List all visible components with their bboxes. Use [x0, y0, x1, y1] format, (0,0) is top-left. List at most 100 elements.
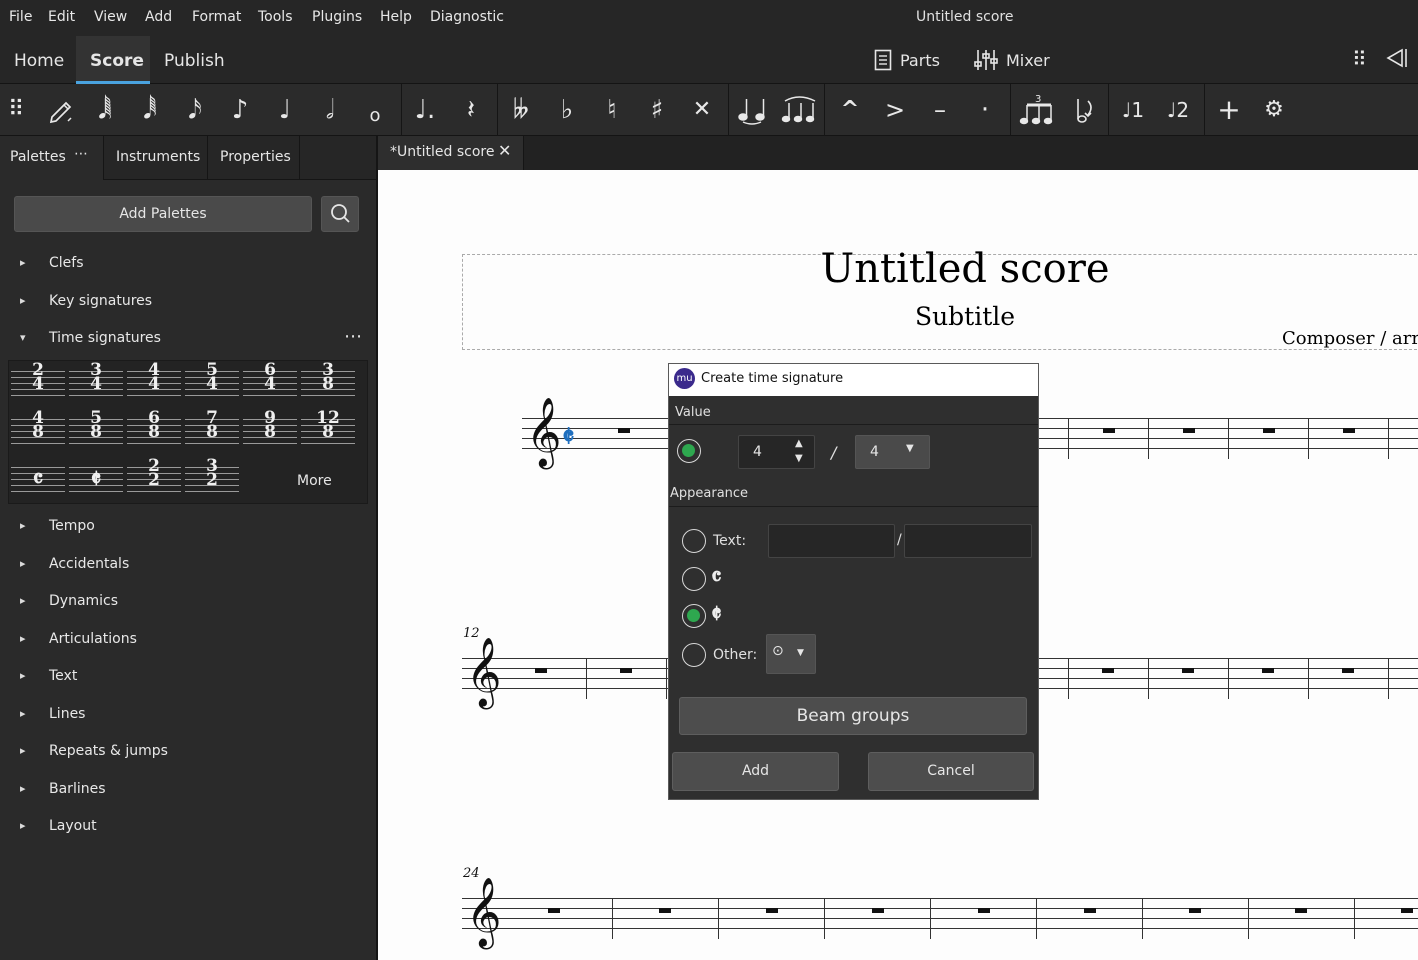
- marcato-icon[interactable]: ^: [831, 92, 869, 128]
- ts-cell-cut-time[interactable]: 𝄵: [67, 457, 125, 501]
- barline[interactable]: [1036, 898, 1037, 939]
- whole-note-icon[interactable]: o: [356, 92, 394, 128]
- dialog-titlebar[interactable]: mu Create time signature: [669, 364, 1038, 396]
- barline[interactable]: [1068, 658, 1069, 699]
- text-radio[interactable]: [682, 529, 706, 553]
- ts-cell-4-8[interactable]: 48: [9, 409, 67, 453]
- numerator-spinbox[interactable]: 4 ▲ ▼: [738, 435, 815, 469]
- rest-icon[interactable]: 𝄽: [452, 92, 490, 128]
- 64th-note-icon[interactable]: 𝅘𝅥𝅲: [86, 92, 124, 128]
- selected-cut-time-signature[interactable]: 𝄵: [562, 420, 575, 454]
- cut-time-radio[interactable]: [682, 604, 706, 628]
- palette-dynamics[interactable]: ▸ Dynamics: [0, 585, 376, 621]
- menu-view[interactable]: View: [94, 9, 127, 25]
- ts-cell-2-2[interactable]: 22: [125, 457, 183, 501]
- palette-repeats-jumps[interactable]: ▸ Repeats & jumps: [0, 735, 376, 771]
- voice-1-icon[interactable]: ♩1: [1114, 92, 1152, 128]
- customize-toolbar-icon[interactable]: ⚙: [1255, 92, 1293, 128]
- tab-properties[interactable]: Properties: [208, 136, 300, 180]
- whole-rest[interactable]: [978, 908, 990, 913]
- whole-rest[interactable]: [1263, 428, 1275, 433]
- barline[interactable]: [1308, 418, 1309, 459]
- slur-icon[interactable]: [778, 92, 820, 128]
- text-denominator-field[interactable]: [904, 524, 1032, 558]
- tuplet-icon[interactable]: 3: [1016, 92, 1058, 128]
- whole-rest[interactable]: [1102, 668, 1114, 673]
- whole-rest[interactable]: [1295, 908, 1307, 913]
- double-sharp-icon[interactable]: ✕: [683, 92, 721, 128]
- whole-rest[interactable]: [618, 428, 630, 433]
- menu-format[interactable]: Format: [192, 9, 241, 25]
- staff-system-3[interactable]: [462, 898, 1418, 938]
- barline[interactable]: [1308, 658, 1309, 699]
- voice-2-icon[interactable]: ♩2: [1159, 92, 1197, 128]
- palette-tempo[interactable]: ▸ Tempo: [0, 510, 376, 546]
- barline[interactable]: [612, 898, 613, 939]
- ts-cell-3-8[interactable]: 38: [299, 361, 357, 405]
- ts-cell-9-8[interactable]: 98: [241, 409, 299, 453]
- barline[interactable]: [1228, 418, 1229, 459]
- ts-cell-4-4[interactable]: 44: [125, 361, 183, 405]
- whole-rest[interactable]: [1103, 428, 1115, 433]
- beam-groups-button[interactable]: Beam groups: [679, 697, 1027, 735]
- palette-search-button[interactable]: [321, 196, 359, 232]
- ts-cell-6-8[interactable]: 68: [125, 409, 183, 453]
- ts-cell-3-4[interactable]: 34: [67, 361, 125, 405]
- augmentation-dot-icon[interactable]: ♩.: [406, 92, 444, 128]
- collapse-panel-icon[interactable]: [1384, 47, 1408, 73]
- tab-instruments[interactable]: Instruments: [104, 136, 208, 180]
- mixer-button[interactable]: Mixer: [974, 49, 1050, 71]
- tab-palettes[interactable]: Palettes ⋯: [0, 136, 104, 180]
- palette-layout[interactable]: ▸ Layout: [0, 810, 376, 846]
- flat-icon[interactable]: ♭: [548, 92, 586, 128]
- barline[interactable]: [1142, 898, 1143, 939]
- tab-publish[interactable]: Publish: [150, 36, 240, 84]
- whole-rest[interactable]: [1262, 668, 1274, 673]
- palette-barlines[interactable]: ▸ Barlines: [0, 773, 376, 809]
- eighth-note-icon[interactable]: ♪: [221, 92, 259, 128]
- palette-options-icon[interactable]: ⋯: [344, 326, 362, 347]
- ts-cell-2-4[interactable]: 24: [9, 361, 67, 405]
- whole-rest[interactable]: [1343, 428, 1355, 433]
- close-icon[interactable]: ✕: [498, 141, 511, 160]
- drag-handle-icon[interactable]: ⠿: [0, 92, 32, 128]
- barline[interactable]: [666, 658, 667, 699]
- tab-home[interactable]: Home: [0, 36, 76, 84]
- barline[interactable]: [1388, 418, 1389, 459]
- barline[interactable]: [824, 898, 825, 939]
- whole-rest[interactable]: [1183, 428, 1195, 433]
- ts-cell-12-8[interactable]: 12 8: [299, 409, 357, 453]
- other-symbol-dropdown[interactable]: ⊙ ▼: [766, 634, 816, 674]
- sharp-icon[interactable]: ♯: [638, 92, 676, 128]
- whole-rest[interactable]: [548, 908, 560, 913]
- spin-arrows-icon[interactable]: ▲ ▼: [795, 436, 803, 466]
- common-time-radio[interactable]: [682, 567, 706, 591]
- natural-icon[interactable]: ♮: [593, 92, 631, 128]
- parts-button[interactable]: Parts: [874, 49, 940, 71]
- document-tab[interactable]: *Untitled score ✕: [378, 136, 524, 170]
- flip-direction-icon[interactable]: [1064, 92, 1102, 128]
- score-subtitle[interactable]: Subtitle: [462, 302, 1418, 331]
- barline[interactable]: [1148, 658, 1149, 699]
- barline[interactable]: [1354, 898, 1355, 939]
- barline[interactable]: [930, 898, 931, 939]
- palette-accidentals[interactable]: ▸ Accidentals: [0, 548, 376, 584]
- menu-help[interactable]: Help: [380, 9, 412, 25]
- palette-articulations[interactable]: ▸ Articulations: [0, 623, 376, 659]
- double-flat-icon[interactable]: 𝄫: [502, 92, 540, 128]
- palettes-menu-icon[interactable]: ⋯: [74, 146, 88, 162]
- note-input-pen-icon[interactable]: [42, 92, 80, 128]
- barline[interactable]: [1228, 658, 1229, 699]
- barline[interactable]: [718, 898, 719, 939]
- menu-tools[interactable]: Tools: [258, 9, 293, 25]
- whole-rest[interactable]: [1342, 668, 1354, 673]
- other-radio[interactable]: [682, 643, 706, 667]
- palette-lines[interactable]: ▸ Lines: [0, 698, 376, 734]
- whole-rest[interactable]: [1401, 908, 1413, 913]
- half-note-icon[interactable]: 𝅗𝅥: [311, 92, 349, 128]
- text-numerator-field[interactable]: [768, 524, 895, 558]
- 32nd-note-icon[interactable]: 𝅘𝅥𝅱: [131, 92, 169, 128]
- barline[interactable]: [1068, 418, 1069, 459]
- whole-rest[interactable]: [659, 908, 671, 913]
- barline[interactable]: [586, 658, 587, 699]
